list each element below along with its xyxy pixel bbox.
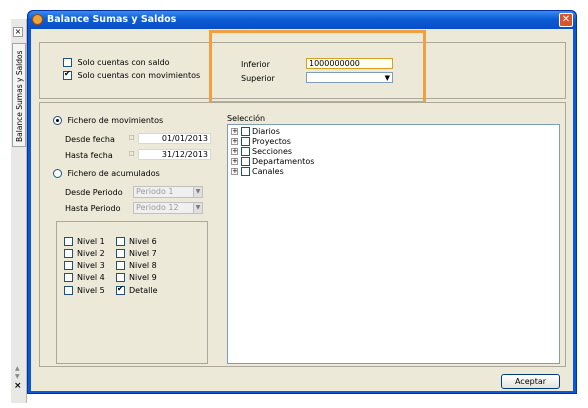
nivel-3-label: Nivel 3 (77, 261, 105, 270)
dock-close-icon[interactable]: × (13, 27, 23, 37)
tree-checkbox[interactable] (241, 157, 250, 166)
desde-periodo-value: Periodo 1 (136, 187, 174, 196)
detalle-label: Detalle (129, 286, 158, 295)
detalle-option[interactable]: Detalle (116, 284, 158, 295)
solo-movimientos-checkbox[interactable] (63, 69, 72, 80)
tree-item-secciones[interactable]: + Secciones (231, 147, 292, 157)
tree-item-canales[interactable]: + Canales (231, 167, 284, 177)
tree-item-label: Diarios (252, 127, 280, 136)
nivel-8-option[interactable]: Nivel 8 (116, 261, 157, 270)
tree-checkbox[interactable] (241, 147, 250, 156)
window-title: Balance Sumas y Saldos (47, 14, 177, 25)
lower-panel: Fichero de movimientos Desde fecha □ 01/… (39, 102, 566, 367)
tree-item-label: Departamentos (252, 157, 315, 166)
tree-checkbox[interactable] (241, 167, 250, 176)
dock-tab-label: Balance Sumas y Saldos (15, 50, 24, 142)
expand-icon[interactable]: + (231, 158, 238, 165)
nivel-4-checkbox[interactable] (64, 273, 73, 282)
movimientos-label: Fichero de movimientos (67, 116, 164, 125)
highlight-frame (209, 30, 426, 104)
app-icon (32, 14, 43, 25)
nivel-4-label: Nivel 4 (77, 273, 105, 282)
movimientos-radio[interactable] (53, 116, 62, 125)
nivel-2-label: Nivel 2 (77, 249, 105, 258)
nivel-7-option[interactable]: Nivel 7 (116, 249, 157, 258)
close-icon[interactable]: ✕ (559, 13, 573, 27)
nivel-6-option[interactable]: Nivel 6 (116, 237, 157, 246)
dock-strip: × Balance Sumas y Saldos ▲ ▼ × (11, 19, 27, 403)
tree-checkbox[interactable] (241, 137, 250, 146)
chevron-down-icon[interactable]: ▼ (193, 187, 202, 197)
dock-tab-balance[interactable]: Balance Sumas y Saldos (12, 43, 26, 147)
nivel-8-checkbox[interactable] (116, 261, 125, 270)
nivel-7-checkbox[interactable] (116, 249, 125, 258)
tree-item-proyectos[interactable]: + Proyectos (231, 137, 291, 147)
expand-icon[interactable]: + (231, 148, 238, 155)
solo-movimientos-label: Solo cuentas con movimientos (77, 71, 201, 80)
solo-saldo-checkbox[interactable] (63, 58, 72, 67)
tree-checkbox[interactable] (241, 127, 250, 136)
hasta-periodo-select[interactable]: Periodo 12 ▼ (133, 202, 203, 214)
balance-window: Balance Sumas y Saldos ✕ Solo cuentas co… (27, 10, 577, 394)
nivel-5-label: Nivel 5 (77, 286, 105, 295)
seleccion-label: Selección (227, 114, 266, 123)
chevron-down-icon[interactable]: ▼ (193, 203, 202, 213)
nivel-2-checkbox[interactable] (64, 249, 73, 258)
hasta-periodo-label: Hasta Periodo (65, 204, 121, 213)
nivel-1-checkbox[interactable] (64, 237, 73, 246)
nivel-6-checkbox[interactable] (116, 237, 125, 246)
nivel-3-checkbox[interactable] (64, 261, 73, 270)
tree-item-label: Proyectos (252, 137, 291, 146)
niveles-box: Nivel 1 Nivel 2 Nivel 3 Nivel 4 Nivel 5 … (56, 221, 208, 364)
expand-icon[interactable]: + (231, 128, 238, 135)
expand-icon[interactable]: + (231, 138, 238, 145)
hasta-fecha-input[interactable]: 31/12/2013 (138, 149, 211, 160)
nivel-1-label: Nivel 1 (77, 237, 105, 246)
nivel-7-label: Nivel 7 (129, 249, 157, 258)
nivel-5-checkbox[interactable] (64, 286, 73, 295)
desde-periodo-label: Desde Periodo (65, 188, 123, 197)
dock-scroll-arrows-icon[interactable]: ▲ ▼ (15, 365, 20, 381)
tree-item-departamentos[interactable]: + Departamentos (231, 157, 314, 167)
nivel-4-option[interactable]: Nivel 4 (64, 273, 105, 282)
desde-periodo-select[interactable]: Periodo 1 ▼ (133, 186, 203, 198)
solo-saldo-option[interactable]: Solo cuentas con saldo (63, 58, 170, 67)
hasta-fecha-label: Hasta fecha (65, 151, 113, 160)
nivel-2-option[interactable]: Nivel 2 (64, 249, 105, 258)
desde-fecha-label: Desde fecha (65, 135, 115, 144)
tree-item-diarios[interactable]: + Diarios (231, 127, 280, 137)
acumulados-label: Fichero de acumulados (67, 169, 160, 178)
tree-item-label: Secciones (252, 147, 293, 156)
detalle-checkbox[interactable] (116, 284, 125, 295)
acumulados-option[interactable]: Fichero de acumulados (53, 169, 160, 178)
title-bar[interactable]: Balance Sumas y Saldos ✕ (28, 11, 576, 29)
nivel-5-option[interactable]: Nivel 5 (64, 286, 105, 295)
expand-icon[interactable]: + (231, 168, 238, 175)
hasta-periodo-value: Periodo 12 (136, 203, 179, 212)
tree-list: + Diarios + Proyectos + Secciones + Departam… (231, 127, 431, 187)
window-client: Solo cuentas con saldo Solo cuentas con … (31, 29, 573, 391)
solo-movimientos-option[interactable]: Solo cuentas con movimientos (63, 69, 201, 80)
calendar-icon[interactable]: □ (129, 134, 138, 143)
aceptar-button[interactable]: Aceptar (501, 374, 560, 389)
tree-item-label: Canales (252, 167, 284, 176)
solo-saldo-label: Solo cuentas con saldo (77, 58, 170, 67)
nivel-9-checkbox[interactable] (116, 273, 125, 282)
calendar-icon[interactable]: □ (129, 150, 138, 159)
movimientos-option[interactable]: Fichero de movimientos (53, 116, 163, 125)
desde-fecha-input[interactable]: 01/01/2013 (138, 133, 211, 144)
dock-bottom-close-icon[interactable]: × (14, 381, 22, 391)
acumulados-radio[interactable] (53, 169, 62, 178)
nivel-9-label: Nivel 9 (129, 273, 157, 282)
nivel-6-label: Nivel 6 (129, 237, 157, 246)
seleccion-tree[interactable]: + Diarios + Proyectos + Secciones + Departam… (227, 124, 560, 364)
nivel-9-option[interactable]: Nivel 9 (116, 273, 157, 282)
nivel-1-option[interactable]: Nivel 1 (64, 237, 105, 246)
nivel-3-option[interactable]: Nivel 3 (64, 261, 105, 270)
nivel-8-label: Nivel 8 (129, 261, 157, 270)
